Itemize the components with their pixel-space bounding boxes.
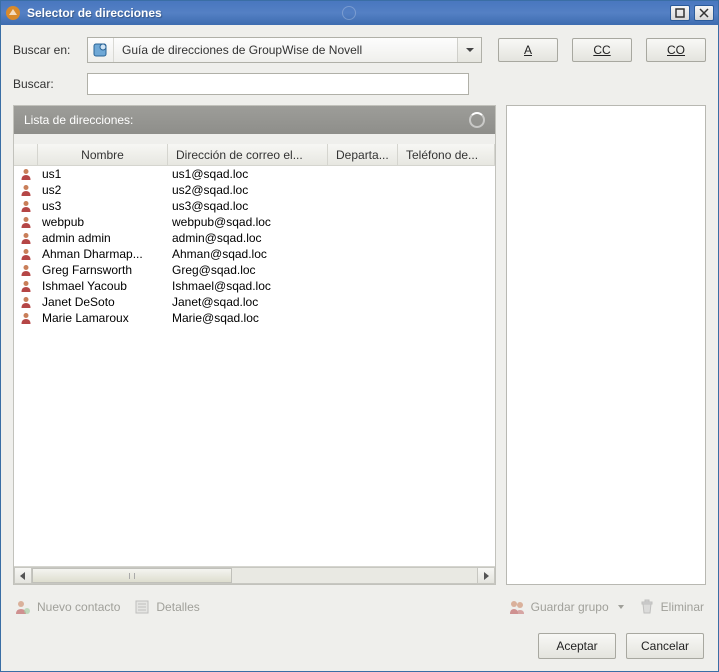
- search-input[interactable]: [87, 73, 469, 95]
- save-group-button[interactable]: Guardar grupo: [509, 599, 625, 615]
- new-contact-label: Nuevo contacto: [37, 600, 120, 614]
- details-icon: [134, 599, 150, 615]
- cell-name: Marie Lamaroux: [38, 311, 168, 325]
- cell-name: Greg Farnsworth: [38, 263, 168, 277]
- table-row[interactable]: us2us2@sqad.loc: [14, 182, 495, 198]
- titlebar: Selector de direcciones: [1, 1, 718, 25]
- cell-email: Ishmael@sqad.loc: [168, 279, 328, 293]
- address-book-icon: [88, 38, 114, 62]
- address-list-title: Lista de direcciones:: [24, 113, 133, 127]
- details-button[interactable]: Detalles: [134, 599, 199, 615]
- table-row[interactable]: Marie LamarouxMarie@sqad.loc: [14, 310, 495, 326]
- search-in-row: Buscar en: Guía de direcciones de GroupW…: [13, 37, 706, 63]
- cell-email: Marie@sqad.loc: [168, 311, 328, 325]
- cell-email: Janet@sqad.loc: [168, 295, 328, 309]
- col-department[interactable]: Departa...: [328, 144, 398, 165]
- person-icon: [14, 280, 38, 292]
- cell-name: us3: [38, 199, 168, 213]
- close-button[interactable]: [694, 5, 714, 21]
- table-row[interactable]: Janet DeSotoJanet@sqad.loc: [14, 294, 495, 310]
- cell-name: admin admin: [38, 231, 168, 245]
- details-label: Detalles: [156, 600, 199, 614]
- address-selector-window: Selector de direcciones Buscar en: Guía …: [0, 0, 719, 672]
- scroll-track[interactable]: [32, 567, 477, 584]
- grid-header: Nombre Dirección de correo el... Departa…: [14, 144, 495, 166]
- cell-name: us1: [38, 167, 168, 181]
- search-row: Buscar:: [13, 73, 706, 95]
- cell-email: Ahman@sqad.loc: [168, 247, 328, 261]
- dialog-footer: Aceptar Cancelar: [13, 629, 706, 661]
- loading-icon: [469, 112, 485, 128]
- table-row[interactable]: us3us3@sqad.loc: [14, 198, 495, 214]
- ok-button[interactable]: Aceptar: [538, 633, 616, 659]
- col-name[interactable]: Nombre: [38, 144, 168, 165]
- new-contact-button[interactable]: Nuevo contacto: [15, 599, 120, 615]
- col-email[interactable]: Dirección de correo el...: [168, 144, 328, 165]
- table-row[interactable]: Ahman Dharmap...Ahman@sqad.loc: [14, 246, 495, 262]
- cell-email: us2@sqad.loc: [168, 183, 328, 197]
- person-icon: [14, 168, 38, 180]
- table-row[interactable]: admin adminadmin@sqad.loc: [14, 230, 495, 246]
- cell-email: Greg@sqad.loc: [168, 263, 328, 277]
- search-label: Buscar:: [13, 77, 79, 91]
- table-row[interactable]: us1us1@sqad.loc: [14, 166, 495, 182]
- to-button[interactable]: A: [498, 38, 558, 62]
- cell-name: webpub: [38, 215, 168, 229]
- scroll-left-button[interactable]: [14, 567, 32, 584]
- address-grid: Nombre Dirección de correo el... Departa…: [14, 144, 495, 584]
- address-book-combo[interactable]: Guía de direcciones de GroupWise de Nove…: [87, 37, 482, 63]
- table-row[interactable]: Ishmael YacoubIshmael@sqad.loc: [14, 278, 495, 294]
- table-row[interactable]: Greg FarnsworthGreg@sqad.loc: [14, 262, 495, 278]
- search-in-label: Buscar en:: [13, 43, 79, 57]
- window-title: Selector de direcciones: [27, 6, 338, 20]
- toolbar: Nuevo contacto Detalles Guardar grupo El…: [13, 595, 706, 619]
- person-icon: [14, 216, 38, 228]
- combo-dropdown-button[interactable]: [457, 38, 481, 62]
- horizontal-scrollbar[interactable]: [14, 566, 495, 584]
- person-icon: [14, 184, 38, 196]
- cell-email: admin@sqad.loc: [168, 231, 328, 245]
- cancel-button[interactable]: Cancelar: [626, 633, 704, 659]
- col-phone[interactable]: Teléfono de...: [398, 144, 495, 165]
- scroll-thumb[interactable]: [32, 568, 232, 583]
- trash-icon: [639, 599, 655, 615]
- person-icon: [14, 200, 38, 212]
- cell-name: Ahman Dharmap...: [38, 247, 168, 261]
- address-book-selected: Guía de direcciones de GroupWise de Nove…: [114, 43, 457, 57]
- maximize-button[interactable]: [670, 5, 690, 21]
- person-icon: [14, 248, 38, 260]
- person-icon: [14, 264, 38, 276]
- person-icon: [14, 232, 38, 244]
- cell-email: webpub@sqad.loc: [168, 215, 328, 229]
- cell-email: us1@sqad.loc: [168, 167, 328, 181]
- scroll-right-button[interactable]: [477, 567, 495, 584]
- cell-email: us3@sqad.loc: [168, 199, 328, 213]
- main-area: Lista de direcciones: Nombre Dirección d…: [13, 105, 706, 585]
- app-icon: [5, 5, 21, 21]
- selected-recipients-pane[interactable]: [506, 105, 706, 585]
- bcc-button[interactable]: CO: [646, 38, 706, 62]
- content-area: Buscar en: Guía de direcciones de GroupW…: [1, 25, 718, 671]
- chevron-down-icon: [617, 600, 625, 614]
- recipient-buttons: A CC CO: [498, 38, 706, 62]
- address-list-header: Lista de direcciones:: [14, 106, 495, 134]
- cell-name: Ishmael Yacoub: [38, 279, 168, 293]
- delete-button[interactable]: Eliminar: [639, 599, 704, 615]
- address-list-pane: Lista de direcciones: Nombre Dirección d…: [13, 105, 496, 585]
- cell-name: Janet DeSoto: [38, 295, 168, 309]
- titlebar-decoration-icon: [342, 6, 356, 20]
- grid-body[interactable]: us1us1@sqad.locus2us2@sqad.locus3us3@sqa…: [14, 166, 495, 566]
- cc-button[interactable]: CC: [572, 38, 632, 62]
- person-icon: [14, 312, 38, 324]
- person-icon: [14, 296, 38, 308]
- cell-name: us2: [38, 183, 168, 197]
- new-contact-icon: [15, 599, 31, 615]
- table-row[interactable]: webpubwebpub@sqad.loc: [14, 214, 495, 230]
- col-icon[interactable]: [14, 144, 38, 165]
- delete-label: Eliminar: [661, 600, 704, 614]
- save-group-label: Guardar grupo: [531, 600, 609, 614]
- save-group-icon: [509, 599, 525, 615]
